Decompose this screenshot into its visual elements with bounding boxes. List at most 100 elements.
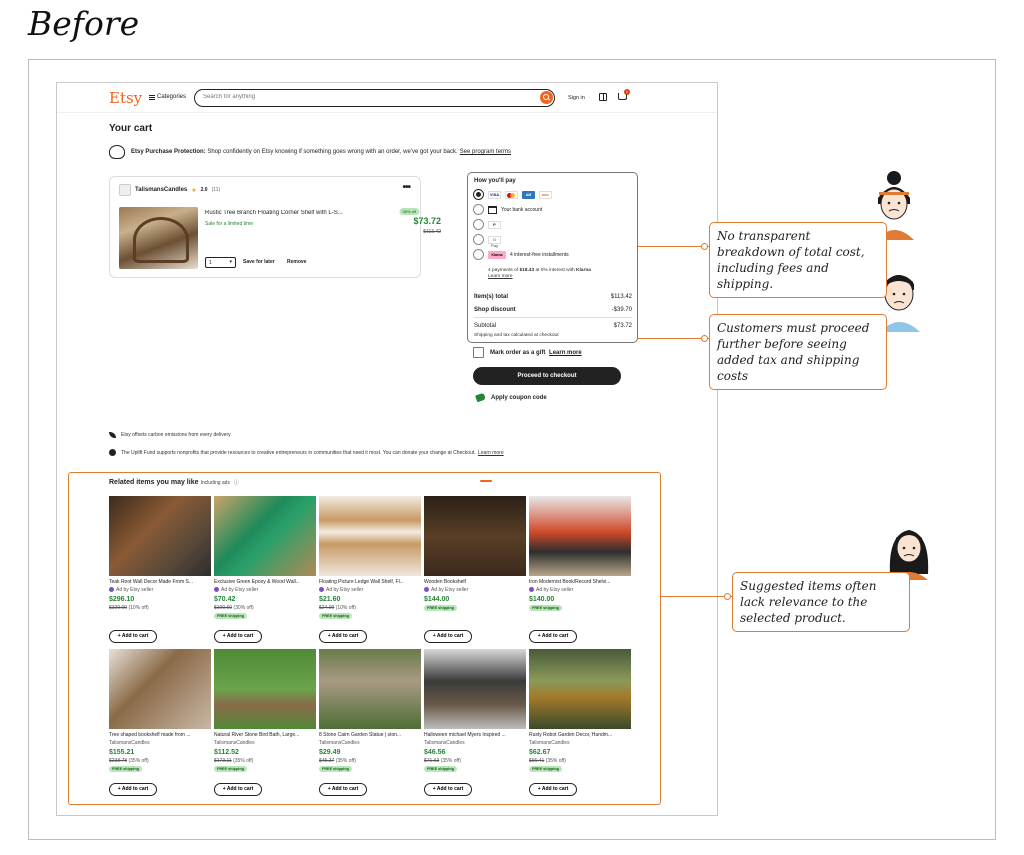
paypal-icon: P [488,220,501,229]
related-item[interactable]: Iron Modernist Book/Record Shelvi... Ad b… [529,496,631,644]
related-item-seller: TalismansCandles [109,740,150,746]
radio-cards[interactable] [473,189,484,200]
related-item-image[interactable] [424,649,526,729]
radio-gpay[interactable] [473,234,484,245]
related-item-price: $46.56 [424,749,446,756]
related-item-image[interactable] [529,649,631,729]
pay-option-klarna[interactable]: Klarna 4 interest-free installments [473,249,569,260]
related-item-image[interactable] [319,649,421,729]
related-item[interactable]: 8 Stone Cairn Garden Statue | ston... Tal… [319,649,421,797]
related-item-seller-text: TalismansCandles [109,740,150,746]
ad-badge-icon [424,587,429,593]
related-item-title[interactable]: Wooden Bookshelf [424,579,526,585]
add-to-cart-button[interactable]: + Add to cart [424,783,472,796]
add-to-cart-button[interactable]: + Add to cart [319,783,367,796]
purchase-protection-banner: Etsy Purchase Protection: Shop confident… [109,145,511,159]
proceed-to-checkout-button[interactable]: Proceed to checkout [473,367,621,385]
add-to-cart-button[interactable]: + Add to cart [109,783,157,796]
related-item-price: $112.52 [214,749,239,756]
pay-option-cards[interactable]: VISA AM DISC [473,189,552,200]
more-options-icon[interactable]: ••• [402,182,410,193]
related-item-title[interactable]: Floating Picture Ledge Wall Shelf, Fl... [319,579,421,585]
shop-discount-value: -$39.70 [611,307,632,313]
add-to-cart-button[interactable]: + Add to cart [529,783,577,796]
info-icon[interactable]: ⓘ [234,480,239,486]
related-item-title[interactable]: Natural River Stone Bird Bath, Large... [214,732,316,738]
related-item[interactable]: Exclusive Green Epoxy & Wood Wall... Ad b… [214,496,316,644]
protection-body: Shop confidently on Etsy knowing if some… [207,149,458,155]
radio-klarna[interactable] [473,249,484,260]
add-to-cart-button[interactable]: + Add to cart [529,630,577,643]
etsy-logo[interactable]: Etsy [109,89,142,107]
pay-option-paypal[interactable]: P [473,219,501,230]
add-to-cart-button[interactable]: + Add to cart [214,783,262,796]
etsy-cart-screenshot: Etsy Categories Sign in 1 Your cart Etsy… [56,82,718,816]
carousel-indicator[interactable] [480,480,492,482]
related-item[interactable]: Wooden Bookshelf Ad by Etsy seller $144.00… [424,496,526,644]
related-item-seller: Ad by Etsy seller [214,587,258,593]
related-item-title[interactable]: Iron Modernist Book/Record Shelvi... [529,579,631,585]
related-item-image[interactable] [529,496,631,576]
shop-avatar[interactable] [119,184,131,196]
add-to-cart-button[interactable]: + Add to cart [424,630,472,643]
pay-option-gpay[interactable]: G Pay [473,234,501,248]
apply-coupon-link[interactable]: Apply coupon code [475,392,547,403]
related-item-image[interactable] [109,496,211,576]
summary-divider [474,317,632,318]
ad-badge-icon [214,587,219,593]
shop-name[interactable]: TalismansCandles [135,187,187,193]
related-item[interactable]: Tree shaped bookshelf made from ... Talis… [109,649,211,797]
related-item-seller: Ad by Etsy seller [424,587,468,593]
related-item-old-value: $24.00 [319,605,335,611]
related-item-title[interactable]: Exclusive Green Epoxy & Wood Wall... [214,579,316,585]
payment-title: How you'll pay [474,178,516,184]
gift-checkbox[interactable] [473,347,484,358]
related-item[interactable]: Natural River Stone Bird Bath, Large... T… [214,649,316,797]
search-icon[interactable] [540,91,553,104]
connector-line-1 [638,246,709,247]
sign-in-link[interactable]: Sign in [568,95,585,101]
related-item[interactable]: Halloween michael Myers Inspired ... Tali… [424,649,526,797]
related-item-image[interactable] [424,496,526,576]
related-item-title[interactable]: Rusty Robot Garden Decor, Handm... [529,732,631,738]
related-item-old-price: $45.37 (35% off) [319,758,356,764]
radio-paypal[interactable] [473,219,484,230]
uplift-learn-more[interactable]: Learn more [478,450,504,456]
item-title[interactable]: Rustic Tree Branch Floating Corner Shelf… [205,210,375,216]
related-item-seller: TalismansCandles [319,740,360,746]
radio-bank[interactable] [473,204,484,215]
related-item-image[interactable] [319,496,421,576]
add-to-cart-button[interactable]: + Add to cart [214,630,262,643]
gift-learn-more[interactable]: Learn more [549,350,582,356]
free-shipping-badge: FREE shipping [319,766,352,772]
add-to-cart-button[interactable]: + Add to cart [319,630,367,643]
quantity-select[interactable]: 1 [205,257,236,268]
related-item[interactable]: Teak Root Wall Decor Made From S... Ad by… [109,496,211,644]
program-terms-link[interactable]: See program terms [460,149,511,155]
remove-button[interactable]: Remove [287,259,306,265]
gift-icon[interactable] [599,93,607,101]
save-for-later-button[interactable]: Save for later [243,259,275,265]
related-item-discount: (35% off) [545,758,566,764]
related-item-title[interactable]: 8 Stone Cairn Garden Statue | ston... [319,732,421,738]
search-input[interactable] [203,94,503,100]
pay-option-bank[interactable]: Your bank account [473,204,542,215]
related-item-title[interactable]: Halloween michael Myers Inspired ... [424,732,526,738]
connector-line-3 [661,596,732,597]
shop-reviews: (11) [211,187,221,193]
related-item-discount: (10% off) [128,605,149,611]
related-item-image[interactable] [214,649,316,729]
callout-cost-breakdown: No transparent breakdown of total cost, … [709,222,887,298]
related-item[interactable]: Floating Picture Ledge Wall Shelf, Fl...… [319,496,421,644]
related-item-title[interactable]: Teak Root Wall Decor Made From S... [109,579,211,585]
related-item[interactable]: Rusty Robot Garden Decor, Handm... Talism… [529,649,631,797]
related-item-image[interactable] [214,496,316,576]
categories-menu[interactable]: Categories [149,94,186,100]
related-item-title[interactable]: Tree shaped bookshelf made from ... [109,732,211,738]
related-item-price: $62.67 [529,749,551,756]
related-item-image[interactable] [109,649,211,729]
klarna-learn-more[interactable]: Learn more [488,274,513,279]
add-to-cart-button[interactable]: + Add to cart [109,630,157,643]
item-image[interactable] [119,207,198,269]
related-item-old-value: $173.11 [214,758,232,764]
